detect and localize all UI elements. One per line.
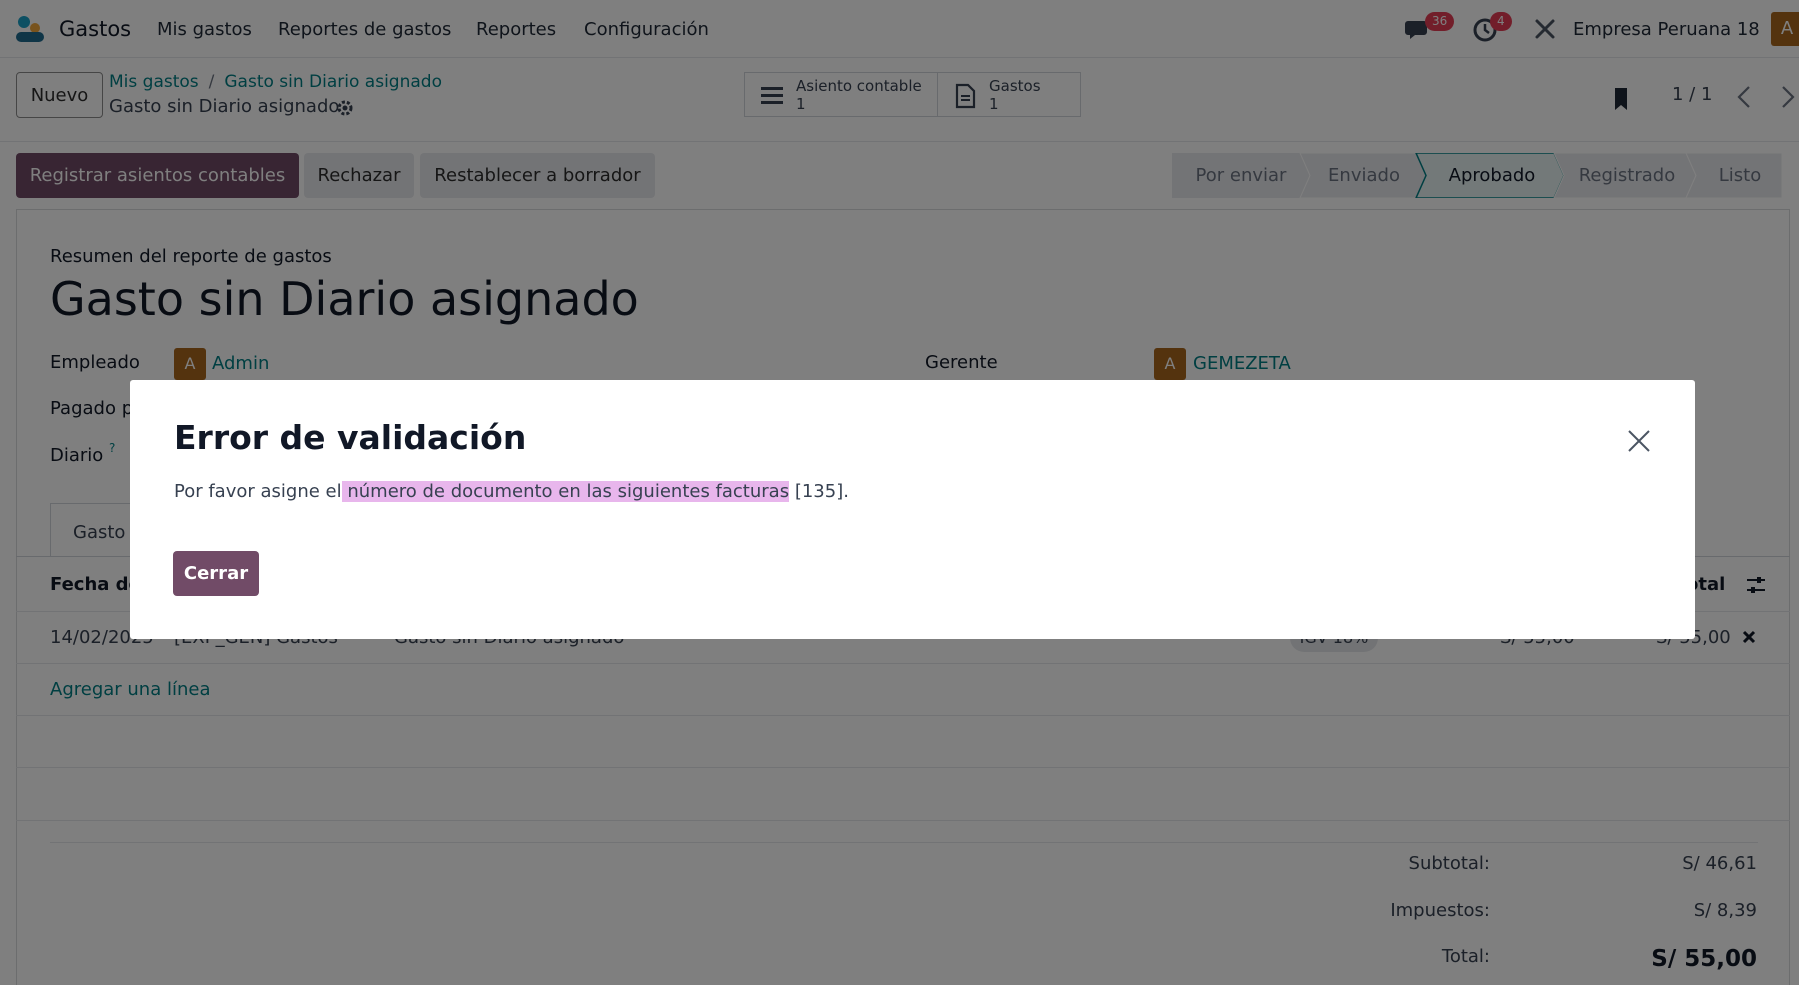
- close-dialog-button[interactable]: Cerrar: [173, 551, 259, 596]
- close-icon[interactable]: [1626, 428, 1652, 454]
- validation-error-dialog: Error de validación Por favor asigne el …: [130, 380, 1695, 639]
- message-text-end: [135].: [789, 481, 849, 502]
- message-highlight: número de documento en las siguientes fa…: [341, 481, 790, 502]
- message-text: Por favor asigne el: [174, 481, 342, 502]
- dialog-message: Por favor asigne el número de documento …: [174, 481, 849, 502]
- dialog-title: Error de validación: [174, 418, 527, 457]
